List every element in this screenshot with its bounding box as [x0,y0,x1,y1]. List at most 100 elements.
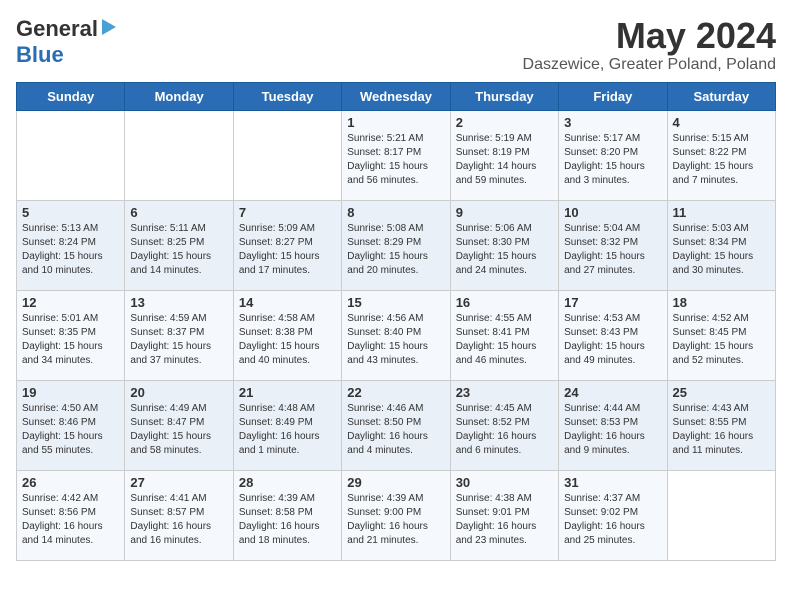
calendar-cell: 17 Sunrise: 4:53 AMSunset: 8:43 PMDayligh… [559,290,667,380]
day-number: 8 [347,205,444,220]
day-number: 19 [22,385,119,400]
day-number: 30 [456,475,553,490]
calendar-cell: 23Sunrise: 4:45 AMSunset: 8:52 PMDayligh… [450,380,558,470]
calendar-cell: 22 Sunrise: 4:46 AMSunset: 8:50 PMDayligh… [342,380,450,470]
day-number: 18 [673,295,770,310]
calendar-cell: 14 Sunrise: 4:58 AMSunset: 8:38 PMDayligh… [233,290,341,380]
day-info: Sunrise: 4:53 AMSunset: 8:43 PMDaylight:… [564,312,661,368]
calendar-week-row: 19 Sunrise: 4:50 AMSunset: 8:46 PMDayligh… [17,380,776,470]
day-number: 17 [564,295,661,310]
day-info: Sunrise: 5:13 AMSunset: 8:24 PMDaylight:… [22,222,119,278]
day-info: Sunrise: 5:15 AMSunset: 8:22 PMDaylight:… [673,132,770,188]
day-info: Sunrise: 4:50 AMSunset: 8:46 PMDaylight:… [22,402,119,458]
day-info: Sunrise: 4:44 AMSunset: 8:53 PMDaylight:… [564,402,661,458]
day-number: 3 [564,115,661,130]
calendar-cell: 7Sunrise: 5:09 AMSunset: 8:27 PMDaylight… [233,200,341,290]
calendar-cell: 26 Sunrise: 4:42 AMSunset: 8:56 PMDayligh… [17,470,125,560]
day-number: 22 [347,385,444,400]
day-number: 4 [673,115,770,130]
weekday-header-tuesday: Tuesday [233,82,341,110]
day-info: Sunrise: 4:39 AMSunset: 9:00 PMDaylight:… [347,492,444,548]
day-info: Sunrise: 5:01 AMSunset: 8:35 PMDaylight:… [22,312,119,368]
calendar-cell: 9Sunrise: 5:06 AMSunset: 8:30 PMDaylight… [450,200,558,290]
day-number: 5 [22,205,119,220]
day-number: 14 [239,295,336,310]
day-info: Sunrise: 4:59 AMSunset: 8:37 PMDaylight:… [130,312,227,368]
day-info: Sunrise: 4:43 AMSunset: 8:55 PMDaylight:… [673,402,770,458]
day-info: Sunrise: 5:04 AMSunset: 8:32 PMDaylight:… [564,222,661,278]
calendar-cell: 24 Sunrise: 4:44 AMSunset: 8:53 PMDayligh… [559,380,667,470]
calendar-week-row: 1 Sunrise: 5:21 AMSunset: 8:17 PMDaylight… [17,110,776,200]
day-number: 20 [130,385,227,400]
calendar-cell [125,110,233,200]
day-info: Sunrise: 4:45 AMSunset: 8:52 PMDaylight:… [456,402,553,458]
logo: General Blue [16,16,118,68]
calendar-cell [233,110,341,200]
calendar-cell [17,110,125,200]
day-info: Sunrise: 4:58 AMSunset: 8:38 PMDaylight:… [239,312,336,368]
day-number: 13 [130,295,227,310]
day-info: Sunrise: 4:55 AMSunset: 8:41 PMDaylight:… [456,312,553,368]
calendar-week-row: 5 Sunrise: 5:13 AMSunset: 8:24 PMDaylight… [17,200,776,290]
logo-blue: Blue [16,42,64,67]
page-header: General Blue May 2024 Daszewice, Greater… [16,16,776,74]
calendar-cell: 2Sunrise: 5:19 AMSunset: 8:19 PMDaylight… [450,110,558,200]
calendar-cell: 8Sunrise: 5:08 AMSunset: 8:29 PMDaylight… [342,200,450,290]
day-info: Sunrise: 5:11 AMSunset: 8:25 PMDaylight:… [130,222,227,278]
day-number: 12 [22,295,119,310]
calendar-cell: 20 Sunrise: 4:49 AMSunset: 8:47 PMDayligh… [125,380,233,470]
day-info: Sunrise: 4:49 AMSunset: 8:47 PMDaylight:… [130,402,227,458]
calendar-cell: 19 Sunrise: 4:50 AMSunset: 8:46 PMDayligh… [17,380,125,470]
day-number: 1 [347,115,444,130]
day-info: Sunrise: 4:42 AMSunset: 8:56 PMDaylight:… [22,492,119,548]
calendar-cell: 6 Sunrise: 5:11 AMSunset: 8:25 PMDaylight… [125,200,233,290]
day-number: 31 [564,475,661,490]
calendar-week-row: 26 Sunrise: 4:42 AMSunset: 8:56 PMDayligh… [17,470,776,560]
day-info: Sunrise: 4:46 AMSunset: 8:50 PMDaylight:… [347,402,444,458]
day-info: Sunrise: 4:37 AMSunset: 9:02 PMDaylight:… [564,492,661,548]
weekday-header-thursday: Thursday [450,82,558,110]
weekday-header-sunday: Sunday [17,82,125,110]
day-number: 16 [456,295,553,310]
calendar-cell: 13 Sunrise: 4:59 AMSunset: 8:37 PMDayligh… [125,290,233,380]
page-subtitle: Daszewice, Greater Poland, Poland [523,56,776,74]
day-number: 7 [239,205,336,220]
calendar-cell: 11Sunrise: 5:03 AMSunset: 8:34 PMDayligh… [667,200,775,290]
day-info: Sunrise: 4:56 AMSunset: 8:40 PMDaylight:… [347,312,444,368]
calendar-cell: 30 Sunrise: 4:38 AMSunset: 9:01 PMDayligh… [450,470,558,560]
day-number: 15 [347,295,444,310]
calendar-cell: 31 Sunrise: 4:37 AMSunset: 9:02 PMDayligh… [559,470,667,560]
page-title: May 2024 [523,16,776,56]
calendar-table: SundayMondayTuesdayWednesdayThursdayFrid… [16,82,776,561]
calendar-cell: 25Sunrise: 4:43 AMSunset: 8:55 PMDayligh… [667,380,775,470]
calendar-cell: 3 Sunrise: 5:17 AMSunset: 8:20 PMDaylight… [559,110,667,200]
day-info: Sunrise: 4:41 AMSunset: 8:57 PMDaylight:… [130,492,227,548]
calendar-cell: 1 Sunrise: 5:21 AMSunset: 8:17 PMDaylight… [342,110,450,200]
weekday-header-wednesday: Wednesday [342,82,450,110]
day-number: 10 [564,205,661,220]
day-info: Sunrise: 4:38 AMSunset: 9:01 PMDaylight:… [456,492,553,548]
weekday-header-monday: Monday [125,82,233,110]
calendar-cell: 18 Sunrise: 4:52 AMSunset: 8:45 PMDayligh… [667,290,775,380]
day-number: 2 [456,115,553,130]
day-info: Sunrise: 5:21 AMSunset: 8:17 PMDaylight:… [347,132,444,188]
title-block: May 2024 Daszewice, Greater Poland, Pola… [523,16,776,74]
day-number: 24 [564,385,661,400]
day-number: 6 [130,205,227,220]
day-info: Sunrise: 5:17 AMSunset: 8:20 PMDaylight:… [564,132,661,188]
logo-general: General [16,16,98,42]
calendar-cell: 28Sunrise: 4:39 AMSunset: 8:58 PMDayligh… [233,470,341,560]
day-number: 29 [347,475,444,490]
day-number: 28 [239,475,336,490]
calendar-week-row: 12 Sunrise: 5:01 AMSunset: 8:35 PMDayligh… [17,290,776,380]
day-info: Sunrise: 4:52 AMSunset: 8:45 PMDaylight:… [673,312,770,368]
calendar-cell: 21Sunrise: 4:48 AMSunset: 8:49 PMDayligh… [233,380,341,470]
day-number: 26 [22,475,119,490]
calendar-cell: 27 Sunrise: 4:41 AMSunset: 8:57 PMDayligh… [125,470,233,560]
day-number: 27 [130,475,227,490]
calendar-cell [667,470,775,560]
logo-arrow-icon [100,19,118,37]
weekday-header-friday: Friday [559,82,667,110]
day-info: Sunrise: 5:03 AMSunset: 8:34 PMDaylight:… [673,222,770,278]
calendar-cell: 15 Sunrise: 4:56 AMSunset: 8:40 PMDayligh… [342,290,450,380]
